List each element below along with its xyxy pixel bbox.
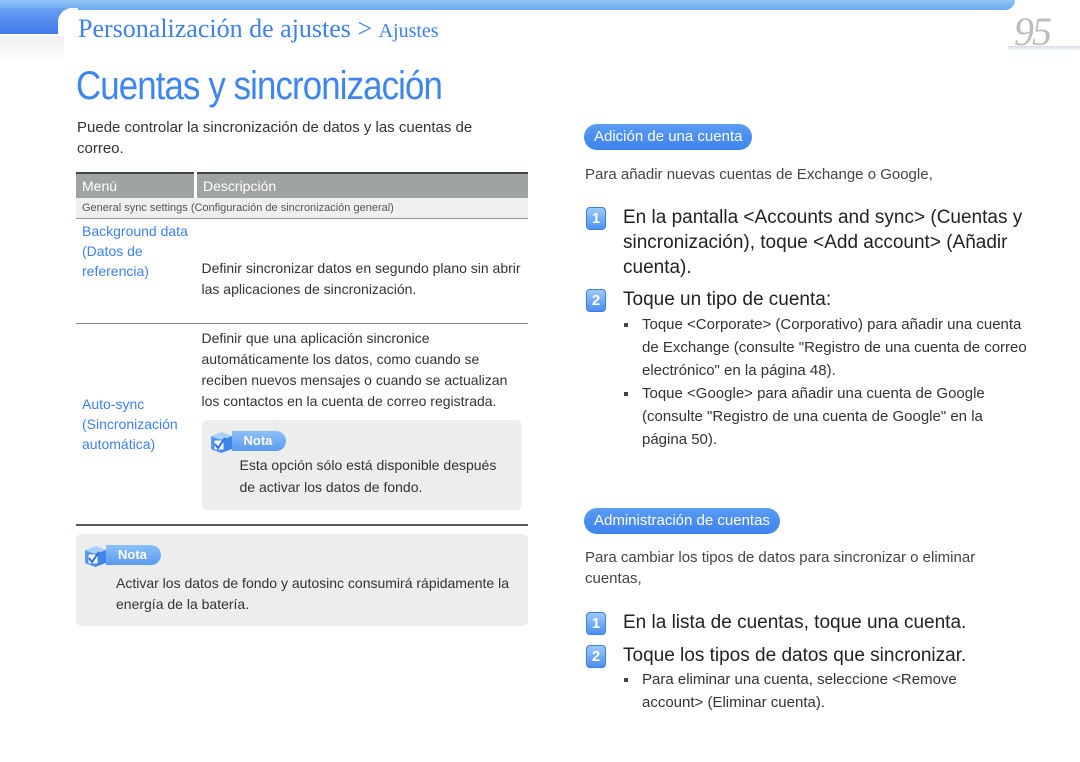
- section-heading-add-account: Adición de una cuenta: [584, 124, 753, 150]
- breadcrumb: Personalización de ajustes > Ajustes: [78, 14, 439, 44]
- step-number-badge: 2: [586, 289, 606, 312]
- bullet-list: Toque <Corporate> (Corporativo) para aña…: [622, 313, 1032, 451]
- nota-label: Nota: [231, 431, 287, 451]
- header-tab-decoration: [0, 8, 66, 34]
- header-bar: [0, 0, 1015, 10]
- table-row: Background data (Datos de referencia) De…: [76, 218, 528, 324]
- bullet-item: Para eliminar una cuenta, seleccione <Re…: [622, 668, 992, 714]
- section-heading-manage-accounts: Administración de cuentas: [584, 508, 780, 534]
- nota-badge: Nota: [82, 542, 161, 568]
- section-label: General sync settings (Configuración de …: [76, 198, 528, 219]
- page-title: Cuentas y sincronización: [76, 64, 443, 108]
- bullet-list: Para eliminar una cuenta, seleccione <Re…: [622, 668, 992, 714]
- intro-text: Puede controlar la sincronización de dat…: [77, 119, 473, 157]
- menu-description: Definir que una aplicación sincronice au…: [201, 330, 508, 409]
- header-curve: [58, 8, 78, 38]
- table-row: Auto-sync (Sincronización automática) De…: [76, 323, 528, 526]
- step-text: Toque los tipos de datos que sincronizar…: [623, 645, 967, 666]
- nota-label: Nota: [106, 545, 161, 565]
- step-number-badge: 1: [586, 207, 606, 230]
- step-item: 1 En la lista de cuentas, toque una cuen…: [586, 610, 1033, 635]
- header-menu: Menú: [76, 172, 197, 198]
- step-text: En la lista de cuentas, toque una cuenta…: [623, 612, 967, 633]
- page-number-underline: [1008, 46, 1080, 51]
- bottom-note-text: Activar los datos de fondo y autosinc co…: [116, 575, 509, 612]
- inline-note-text: Esta opción sólo está disponible después…: [239, 457, 497, 495]
- step-text: Toque un tipo de cuenta:: [623, 289, 832, 310]
- step-number-badge: 2: [586, 645, 606, 668]
- step-text: En la pantalla <Accounts and sync> (Cuen…: [623, 207, 1023, 278]
- checkbox-cube-icon: [85, 546, 106, 567]
- breadcrumb-sub: Ajustes: [378, 20, 439, 42]
- header-description: Descripción: [195, 172, 528, 198]
- bullet-item: Toque <Google> para añadir una cuenta de…: [622, 382, 1032, 451]
- section-intro: Para cambiar los tipos de datos para sin…: [585, 549, 976, 587]
- header-shade: [0, 36, 64, 64]
- step-item: 2 Toque los tipos de datos que sincroniz…: [586, 643, 1033, 668]
- menu-description: Definir sincronizar datos en segundo pla…: [195, 218, 528, 324]
- menu-name: Background data (Datos de referencia): [76, 218, 196, 324]
- menu-description-cell: Definir que una aplicación sincronice au…: [195, 323, 528, 526]
- step-number-badge: 1: [586, 612, 606, 635]
- table-section-row: General sync settings (Configuración de …: [76, 198, 528, 219]
- nota-badge: Nota: [208, 428, 515, 454]
- checkbox-cube-icon: [210, 432, 232, 453]
- bullet-item: Toque <Corporate> (Corporativo) para aña…: [622, 313, 1032, 382]
- step-item: 2 Toque un tipo de cuenta:: [586, 287, 1033, 312]
- section-intro: Para añadir nuevas cuentas de Exchange o…: [585, 166, 933, 183]
- bottom-note: Nota Activar los datos de fondo y autosi…: [76, 534, 528, 626]
- menu-table: Menú Descripción General sync settings (…: [76, 172, 528, 526]
- step-item: 1 En la pantalla <Accounts and sync> (Cu…: [586, 205, 1033, 280]
- breadcrumb-main: Personalización de ajustes >: [78, 14, 379, 43]
- menu-name: Auto-sync (Sincronización automática): [76, 323, 196, 526]
- table-header: Menú Descripción: [76, 172, 528, 198]
- inline-note: Nota Esta opción sólo está disponible de…: [201, 420, 522, 510]
